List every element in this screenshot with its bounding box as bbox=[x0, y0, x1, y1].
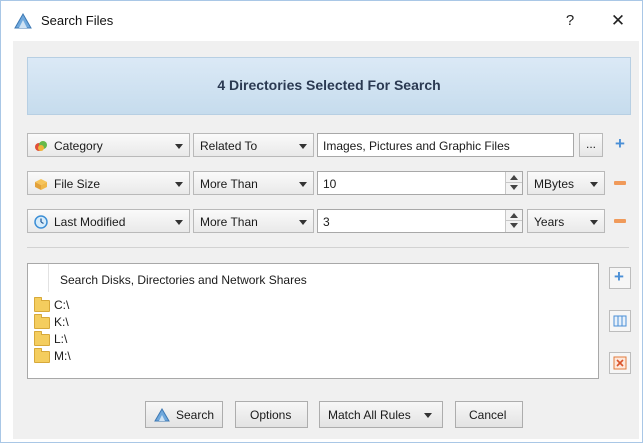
search-app-icon bbox=[154, 408, 170, 422]
title-bar: Search Files ? ✕ bbox=[1, 1, 642, 41]
spin-down-icon bbox=[510, 185, 518, 190]
rule-value-text: 10 bbox=[323, 177, 337, 191]
window-title: Search Files bbox=[41, 13, 114, 28]
match-rules-label: Match All Rules bbox=[328, 408, 411, 422]
remove-rule-button[interactable] bbox=[609, 172, 631, 194]
delete-icon bbox=[613, 356, 627, 370]
chevron-down-icon bbox=[175, 182, 183, 187]
category-icon bbox=[35, 141, 47, 151]
spin-buttons[interactable] bbox=[505, 210, 522, 232]
dialog-body: 4 Directories Selected For Search Catego… bbox=[13, 41, 639, 439]
rule-operator-label: More Than bbox=[200, 177, 258, 191]
minus-icon bbox=[614, 181, 626, 185]
add-rule-button[interactable]: + bbox=[609, 134, 631, 156]
app-icon bbox=[14, 12, 32, 29]
help-button[interactable]: ? bbox=[555, 7, 585, 35]
minus-icon bbox=[614, 219, 626, 223]
options-button[interactable]: Options bbox=[235, 401, 308, 428]
rule-field-select[interactable]: Category bbox=[27, 133, 190, 157]
chevron-down-icon bbox=[424, 413, 432, 418]
divider bbox=[27, 247, 629, 248]
rule-operator-label: More Than bbox=[200, 215, 258, 229]
folder-icon bbox=[34, 314, 50, 329]
modified-value-stepper[interactable]: 3 bbox=[317, 209, 523, 233]
search-files-dialog: Search Files ? ✕ 4 Directories Selected … bbox=[0, 0, 643, 443]
plus-icon: + bbox=[615, 134, 625, 153]
file-size-icon bbox=[35, 179, 47, 190]
search-button[interactable]: Search bbox=[145, 401, 223, 428]
time-unit-select[interactable]: Years bbox=[527, 209, 605, 233]
columns-icon bbox=[613, 315, 627, 327]
rule-operator-select[interactable]: More Than bbox=[193, 209, 314, 233]
chevron-down-icon bbox=[175, 220, 183, 225]
size-unit-select[interactable]: MBytes bbox=[527, 171, 605, 195]
rule-operator-select[interactable]: More Than bbox=[193, 171, 314, 195]
rule-value-text: 3 bbox=[323, 215, 330, 229]
browse-category-button[interactable]: ... bbox=[579, 133, 603, 157]
list-header: Search Disks, Directories and Network Sh… bbox=[60, 273, 307, 287]
rule-field-label: File Size bbox=[54, 177, 101, 191]
chevron-down-icon bbox=[299, 182, 307, 187]
cancel-button-label: Cancel bbox=[469, 408, 507, 422]
rule-field-label: Last Modified bbox=[54, 215, 126, 229]
spin-down-icon bbox=[510, 223, 518, 228]
chevron-down-icon bbox=[590, 220, 598, 225]
size-value-stepper[interactable]: 10 bbox=[317, 171, 523, 195]
folder-icon bbox=[34, 297, 50, 312]
remove-location-button[interactable] bbox=[609, 352, 631, 374]
chevron-down-icon bbox=[590, 182, 598, 187]
unit-label: Years bbox=[534, 215, 565, 229]
add-location-button[interactable]: + bbox=[609, 267, 631, 289]
options-button-label: Options bbox=[250, 408, 292, 422]
banner-text: 4 Directories Selected For Search bbox=[217, 77, 441, 93]
chevron-down-icon bbox=[175, 144, 183, 149]
rule-field-select[interactable]: File Size bbox=[27, 171, 190, 195]
rule-operator-select[interactable]: Related To bbox=[193, 133, 314, 157]
cancel-button[interactable]: Cancel bbox=[455, 401, 523, 428]
chevron-down-icon bbox=[299, 144, 307, 149]
rule-value-text: Images, Pictures and Graphic Files bbox=[323, 139, 510, 153]
clock-icon bbox=[34, 215, 48, 229]
match-rules-dropdown[interactable]: Match All Rules bbox=[319, 401, 443, 428]
folder-icon bbox=[34, 348, 50, 363]
rule-operator-label: Related To bbox=[200, 139, 258, 153]
rule-field-label: Category bbox=[54, 139, 103, 153]
selection-banner: 4 Directories Selected For Search bbox=[27, 57, 631, 115]
spin-buttons[interactable] bbox=[505, 172, 522, 194]
close-button[interactable]: ✕ bbox=[603, 7, 633, 35]
search-button-label: Search bbox=[176, 408, 215, 422]
rule-value-input[interactable]: Images, Pictures and Graphic Files bbox=[317, 133, 574, 157]
chevron-down-icon bbox=[299, 220, 307, 225]
locations-list[interactable]: Search Disks, Directories and Network Sh… bbox=[27, 263, 599, 379]
rule-field-select[interactable]: Last Modified bbox=[27, 209, 190, 233]
folder-icon bbox=[34, 331, 50, 346]
unit-label: MBytes bbox=[534, 177, 575, 191]
spin-up-icon bbox=[510, 213, 518, 218]
select-locations-button[interactable] bbox=[609, 310, 631, 332]
plus-icon: + bbox=[614, 267, 624, 286]
remove-rule-button[interactable] bbox=[609, 210, 631, 232]
spin-up-icon bbox=[510, 175, 518, 180]
